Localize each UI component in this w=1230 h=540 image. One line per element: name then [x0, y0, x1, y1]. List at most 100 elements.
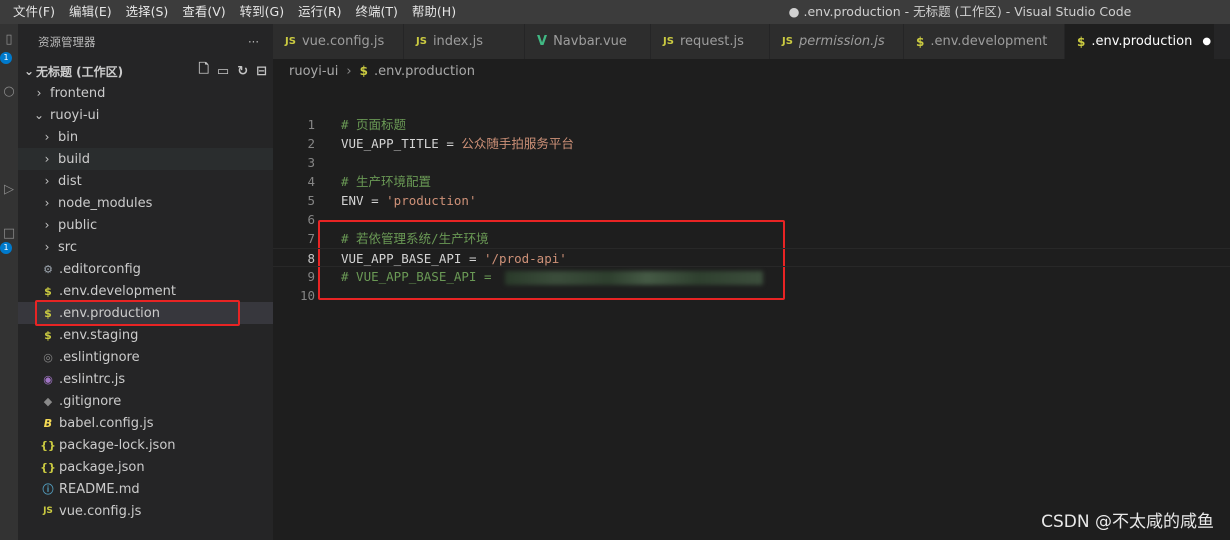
line-number: 2 [307, 136, 315, 151]
code-line[interactable]: 1 # 页面标题 [273, 115, 1230, 134]
tree-folder[interactable]: › src [18, 236, 273, 258]
new-folder-icon[interactable]: ▭ [217, 64, 229, 79]
tree-file[interactable]: ⚙ .editorconfig [18, 258, 273, 280]
menu-bar: 文件(F) 编辑(E) 选择(S) 查看(V) 转到(G) 运行(R) 终端(T… [0, 0, 463, 24]
menu-go[interactable]: 转到(G) [233, 0, 291, 24]
chevron-right-icon: › [44, 240, 50, 254]
tree-label: babel.config.js [59, 415, 154, 431]
menu-edit[interactable]: 编辑(E) [62, 0, 119, 24]
code-line[interactable]: 6 [273, 210, 1230, 229]
explorer-title: 资源管理器 [38, 35, 96, 49]
tree-file[interactable]: ◉ .eslintrc.js [18, 368, 273, 390]
watermark: CSDN @不太咸的咸鱼 [1041, 512, 1214, 532]
tab-permission[interactable]: JS permission.js [770, 24, 904, 59]
tree-file[interactable]: {} package-lock.json [18, 434, 273, 456]
workspace-title: 无标题 (工作区) [36, 64, 124, 79]
env-operator: = [438, 136, 462, 151]
code-comment: # VUE_APP_BASE_API = [341, 269, 500, 284]
files-icon[interactable]: ▯ [0, 30, 18, 50]
menu-selection[interactable]: 选择(S) [119, 0, 176, 24]
extensions-icon[interactable]: □ [0, 224, 18, 244]
chevron-right-icon: › [36, 86, 42, 100]
js-icon: JS [43, 506, 53, 516]
code-content: # 页面标题 [341, 115, 406, 134]
code-editor[interactable]: 1 # 页面标题 2 VUE_APP_TITLE = 公众随手拍服务平台 3 4 # 生产环… [273, 83, 1230, 540]
more-actions-icon[interactable]: ··· [248, 35, 259, 49]
tab-env-production[interactable]: $ .env.production ● [1065, 24, 1215, 59]
dollar-icon: $ [44, 284, 52, 298]
tree-label: build [58, 151, 90, 167]
tree-label: README.md [59, 481, 140, 497]
tree-file[interactable]: ⓘ README.md [18, 478, 273, 500]
tab-env-development[interactable]: $ .env.development [904, 24, 1065, 59]
unsaved-dot-icon[interactable]: ● [1202, 36, 1211, 47]
redacted-value [505, 270, 764, 285]
menu-help[interactable]: 帮助(H) [405, 0, 463, 24]
code-line[interactable]: 2 VUE_APP_TITLE = 公众随手拍服务平台 [273, 134, 1230, 153]
tree-folder[interactable]: › public [18, 214, 273, 236]
breadcrumb-folder[interactable]: ruoyi-ui [289, 64, 338, 79]
collapse-all-icon[interactable]: ⊟ [256, 64, 267, 79]
tree-file[interactable]: $ .env.development [18, 280, 273, 302]
code-line[interactable]: 7 # 若依管理系统/生产环境 [273, 229, 1230, 248]
tree-file[interactable]: Bbabel.config.js [18, 412, 273, 434]
eslint-icon: ◉ [43, 372, 53, 386]
chevron-down-icon: ⌄ [33, 108, 45, 122]
line-number: 5 [307, 193, 315, 208]
chevron-right-icon: › [44, 218, 50, 232]
code-line[interactable]: 9 # VUE_APP_BASE_API = [273, 267, 1230, 286]
tree-label: package-lock.json [59, 437, 176, 453]
braces-icon: {} [40, 438, 56, 452]
env-key: VUE_APP_TITLE [341, 136, 439, 151]
menu-terminal[interactable]: 终端(T) [349, 0, 405, 24]
tree-file[interactable]: ◆ .gitignore [18, 390, 273, 412]
new-file-icon[interactable]: 🗋 [198, 60, 208, 82]
chevron-right-icon: › [44, 152, 50, 166]
line-number: 9 [307, 269, 315, 284]
workspace-section[interactable]: ⌄ 无标题 (工作区) 🗋 ▭ ↻ ⊟ [18, 60, 273, 82]
tree-label: .gitignore [59, 393, 122, 409]
tree-folder[interactable]: ⌄ ruoyi-ui [18, 104, 273, 126]
explorer-header: 资源管理器 ··· [18, 24, 273, 60]
window-title: ● .env.production - 无标题 (工作区) - Visual S… [788, 4, 1132, 19]
menu-run[interactable]: 运行(R) [291, 0, 348, 24]
code-content: VUE_APP_BASE_API = '/prod-api' [341, 249, 567, 268]
menu-file[interactable]: 文件(F) [6, 0, 62, 24]
breadcrumb-file[interactable]: .env.production [374, 64, 475, 79]
line-number: 8 [307, 251, 315, 266]
extensions-badge: 1 [0, 242, 12, 254]
tab-index[interactable]: JS index.js [404, 24, 525, 59]
tree-folder[interactable]: › bin [18, 126, 273, 148]
tree-folder[interactable]: › build [18, 148, 273, 170]
code-comment: # 生产环境配置 [341, 174, 432, 189]
tree-file[interactable]: ◎ .eslintignore [18, 346, 273, 368]
tree-file[interactable]: $ .env.staging [18, 324, 273, 346]
code-line[interactable]: 8 VUE_APP_BASE_API = '/prod-api' [273, 248, 1230, 267]
code-content: ENV = 'production' [341, 191, 476, 210]
babel-icon: B [43, 416, 53, 430]
title-bar: 文件(F) 编辑(E) 选择(S) 查看(V) 转到(G) 运行(R) 终端(T… [0, 0, 1230, 24]
run-debug-icon[interactable]: ▷ [0, 180, 18, 200]
dollar-icon: $ [359, 64, 368, 78]
breadcrumb: ruoyi-ui › $ .env.production [273, 59, 1230, 83]
tree-folder[interactable]: › dist [18, 170, 273, 192]
tree-folder[interactable]: › node_modules [18, 192, 273, 214]
tab-request[interactable]: JS request.js [651, 24, 770, 59]
code-line[interactable]: 4 # 生产环境配置 [273, 172, 1230, 191]
code-line[interactable]: 3 [273, 153, 1230, 172]
tab-vue-config[interactable]: JS vue.config.js [273, 24, 404, 59]
chevron-right-icon: › [346, 63, 352, 79]
menu-view[interactable]: 查看(V) [175, 0, 232, 24]
tree-label: node_modules [58, 195, 153, 211]
code-line[interactable]: 10 [273, 286, 1230, 305]
tree-folder[interactable]: › frontend [18, 82, 273, 104]
js-file-icon: JS [663, 36, 674, 47]
tab-navbar[interactable]: V Navbar.vue [525, 24, 651, 59]
refresh-icon[interactable]: ↻ [237, 64, 248, 79]
tree-file[interactable]: {} package.json [18, 456, 273, 478]
dollar-icon: $ [1077, 34, 1086, 49]
search-icon[interactable]: ○ [0, 82, 18, 102]
tree-file[interactable]: JS vue.config.js [18, 500, 273, 522]
code-line[interactable]: 5 ENV = 'production' [273, 191, 1230, 210]
info-icon: ⓘ [42, 483, 54, 496]
